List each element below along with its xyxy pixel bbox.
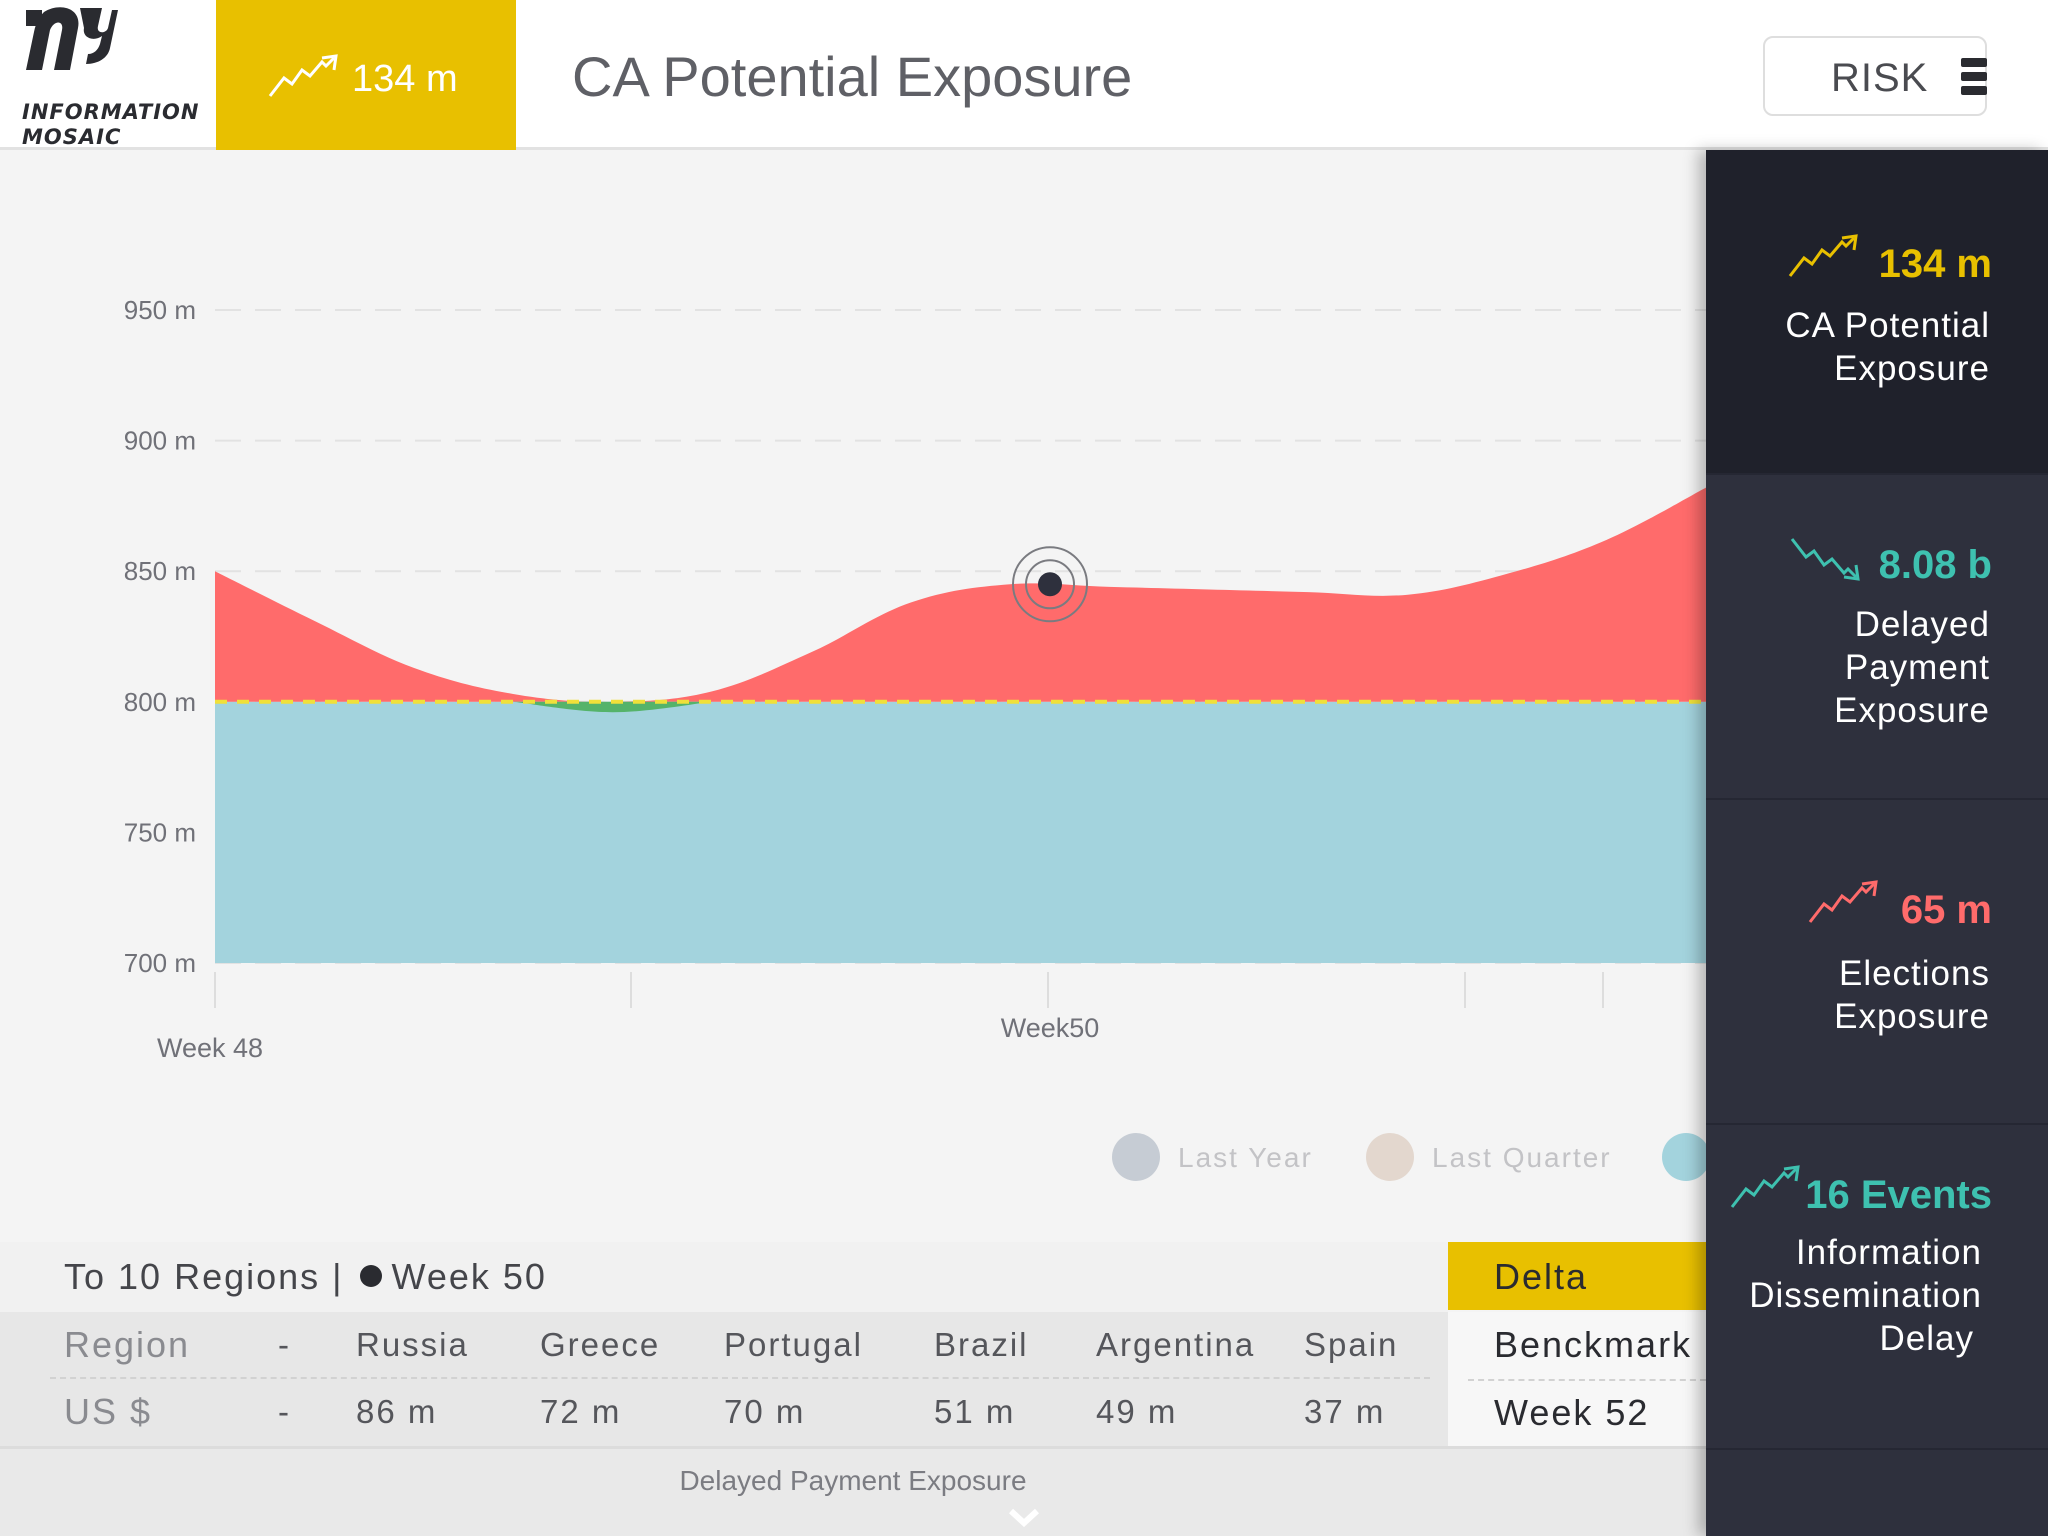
brand-line-2: MOSAIC bbox=[22, 125, 122, 149]
table-header-cell: Russia bbox=[356, 1326, 469, 1363]
kpi-label-line: Exposure bbox=[1834, 997, 1990, 1036]
delta-tab[interactable]: Delta bbox=[1448, 1242, 1706, 1310]
header-kpi-value: 134 m bbox=[352, 58, 458, 100]
table-cell: - bbox=[278, 1393, 291, 1430]
brand-logo[interactable]: INFORMATION MOSAIC bbox=[0, 0, 217, 150]
table-header-cell: Greece bbox=[540, 1326, 661, 1363]
kpi-label: Information Dissemination Delay bbox=[1749, 1231, 1982, 1360]
series-area-exposure bbox=[215, 487, 1706, 702]
kpi-label-line: Information bbox=[1795, 1233, 1982, 1272]
regions-week: Week 50 bbox=[391, 1256, 547, 1297]
table-cell: 51 m bbox=[934, 1393, 1016, 1430]
chart-legend: Last Year Last Quarter bbox=[1112, 1133, 1706, 1181]
chart-areas bbox=[215, 487, 1706, 963]
kpi-label: CA Potential Exposure bbox=[1785, 304, 1990, 390]
kpi-label-line: Payment bbox=[1844, 648, 1990, 687]
table-header-cell: Spain bbox=[1304, 1326, 1399, 1363]
table-cell: 70 m bbox=[724, 1393, 806, 1430]
trend-up-icon bbox=[1808, 880, 1878, 923]
y-tick-label: 950 m bbox=[124, 295, 196, 325]
legend-swatch bbox=[1112, 1133, 1160, 1181]
benchmark-column[interactable]: Benckmark Week 52 bbox=[1448, 1312, 1706, 1446]
page-title: CA Potential Exposure bbox=[572, 45, 1133, 108]
trend-up-icon bbox=[268, 54, 338, 97]
table-cell: 37 m bbox=[1304, 1393, 1386, 1430]
benchmark-label: Benckmark bbox=[1494, 1324, 1693, 1365]
hamburger-menu-icon bbox=[1961, 58, 1987, 96]
table-header-cell: Argentina bbox=[1096, 1326, 1256, 1363]
kpi-value: 134 m bbox=[1878, 242, 1992, 286]
footer-label: Delayed Payment Exposure bbox=[679, 1465, 1027, 1496]
x-tick-label: Week50 bbox=[1001, 1013, 1100, 1043]
table-cell: 49 m bbox=[1096, 1393, 1178, 1430]
series-area-base bbox=[215, 701, 1706, 963]
header: INFORMATION MOSAIC 134 m CA Potential Ex… bbox=[0, 0, 2048, 150]
regions-table-header: To 10 Regions | Week 50 bbox=[0, 1242, 1448, 1312]
trend-down-icon bbox=[1790, 538, 1860, 581]
regions-table-title: To 10 Regions | Week 50 bbox=[64, 1256, 547, 1298]
y-tick-label: 800 m bbox=[124, 687, 196, 717]
kpi-label: Delayed Payment Exposure bbox=[1834, 603, 1990, 732]
table-row: Region - Russia Greece Portugal Brazil A… bbox=[0, 1312, 1448, 1379]
x-tick-label: Week 48 bbox=[157, 1033, 263, 1063]
table-cell: US $ bbox=[64, 1391, 153, 1432]
footer-drawer[interactable]: Delayed Payment Exposure bbox=[0, 1446, 1706, 1536]
table-header-cell: Region bbox=[64, 1324, 191, 1365]
kpi-label-line: Delayed bbox=[1854, 605, 1990, 644]
kpi-label-line: Exposure bbox=[1834, 691, 1990, 730]
delta-label: Delta bbox=[1494, 1256, 1589, 1297]
legend-swatch bbox=[1662, 1133, 1706, 1181]
kpi-value: 65 m bbox=[1900, 888, 1992, 932]
risk-menu-button[interactable]: RISK bbox=[1763, 36, 1987, 116]
brand-name: INFORMATION MOSAIC bbox=[22, 100, 199, 150]
exposure-chart-svg: 950 m 900 m 850 m 800 m 750 m 700 m Week 48 Wee… bbox=[124, 295, 1706, 1181]
kpi-value: 8.08 b bbox=[1878, 543, 1992, 587]
trend-up-icon bbox=[1788, 234, 1858, 277]
legend-label: Last Quarter bbox=[1432, 1142, 1612, 1173]
kpi-label: Elections Exposure bbox=[1834, 952, 1990, 1038]
legend-swatch bbox=[1366, 1133, 1414, 1181]
header-kpi-tab[interactable]: 134 m bbox=[216, 0, 516, 150]
kpi-label-line: Elections bbox=[1838, 954, 1990, 993]
table-header-cell: Portugal bbox=[724, 1326, 863, 1363]
kpi-label-line: Delay bbox=[1879, 1319, 1974, 1358]
kpi-side-panel: 134 m CA Potential Exposure 8.08 b Delay… bbox=[1706, 150, 2048, 1536]
kpi-card-ca-exposure[interactable]: 134 m CA Potential Exposure bbox=[1706, 150, 2048, 475]
kpi-card-information-dissemination[interactable]: 16 Events Information Dissemination Dela… bbox=[1706, 1125, 2048, 1450]
regions-title-text: To 10 Regions | bbox=[64, 1256, 344, 1297]
chevron-down-icon[interactable] bbox=[1007, 1507, 1041, 1527]
y-tick-label: 750 m bbox=[124, 817, 196, 847]
kpi-value: 16 Events bbox=[1805, 1173, 1992, 1217]
y-tick-label: 900 m bbox=[124, 426, 196, 456]
exposure-chart: 950 m 900 m 850 m 800 m 750 m 700 m Week 48 Wee… bbox=[0, 150, 1706, 1240]
y-tick-label: 850 m bbox=[124, 556, 196, 586]
table-cell: 86 m bbox=[356, 1393, 438, 1430]
kpi-label-line: Exposure bbox=[1834, 349, 1990, 388]
kpi-card-delayed-payment[interactable]: 8.08 b Delayed Payment Exposure bbox=[1706, 475, 2048, 800]
trend-up-icon bbox=[1730, 1165, 1800, 1208]
kpi-label-line: Dissemination bbox=[1749, 1276, 1982, 1315]
brand-line-1: INFORMATION bbox=[22, 100, 200, 124]
table-header-cell: Brazil bbox=[934, 1326, 1029, 1363]
week-dot-icon bbox=[359, 1265, 382, 1288]
kpi-card-elections[interactable]: 65 m Elections Exposure bbox=[1706, 800, 2048, 1125]
logo-mark-icon bbox=[26, 7, 118, 71]
legend-label: Last Year bbox=[1178, 1142, 1313, 1173]
risk-label: RISK bbox=[1831, 56, 1929, 100]
table-cell: 72 m bbox=[540, 1393, 622, 1430]
kpi-label-line: CA Potential bbox=[1785, 306, 1990, 345]
regions-table: Region - Russia Greece Portugal Brazil A… bbox=[0, 1312, 1448, 1446]
y-tick-label: 700 m bbox=[124, 948, 196, 978]
benchmark-value: Week 52 bbox=[1494, 1392, 1650, 1433]
marker-point bbox=[1038, 572, 1062, 597]
table-row: US $ - 86 m 72 m 70 m 51 m 49 m 37 m bbox=[0, 1379, 1448, 1446]
table-header-cell: - bbox=[278, 1326, 291, 1363]
